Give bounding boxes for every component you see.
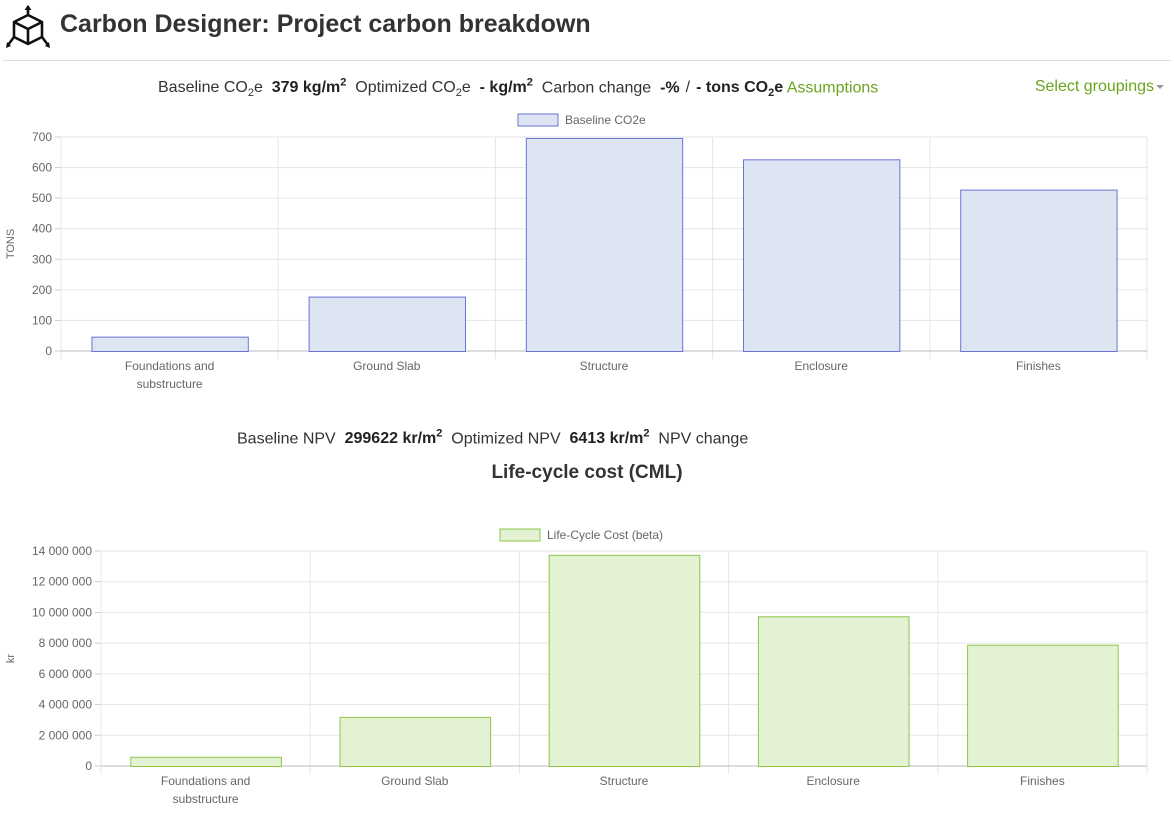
y-tick-label: 300	[32, 252, 52, 266]
y-tick-label: 500	[32, 191, 52, 205]
y-tick-label: 400	[32, 222, 52, 236]
y-tick-label: 14 000 000	[32, 544, 92, 558]
lifecycle-cost-bar-chart: 0 2 000 000 4 000 000 6 000 000 8 000 000 10 …	[5, 528, 1148, 806]
bar	[130, 756, 282, 768]
legend: Life-Cycle Cost (beta)	[499, 528, 663, 542]
assumptions-link[interactable]: Assumptions	[787, 79, 879, 96]
carbon-change-label: Carbon change	[541, 79, 652, 97]
baseline-npv-value: 299622 kr/m2	[344, 428, 443, 448]
legend-label: Baseline CO2e	[565, 113, 646, 127]
bar	[757, 616, 910, 768]
select-groupings-label: Select groupings	[1034, 78, 1154, 95]
y-tick-label: 8 000 000	[39, 636, 93, 650]
lifecycle-cost-title: Life-cycle cost (CML)	[491, 462, 683, 483]
y-tick-label: 2 000 000	[39, 728, 93, 742]
y-tick-label: 0	[85, 759, 92, 773]
bar	[967, 644, 1119, 767]
x-tick-label: Structure	[600, 774, 649, 788]
carbon-change-tons: - tons CO2e	[696, 79, 784, 100]
caret-down-icon	[1156, 84, 1164, 89]
optimized-npv-label: Optimized NPV	[451, 430, 561, 448]
bar	[308, 296, 466, 352]
bar	[960, 189, 1118, 352]
x-tick-label: Foundations and substructure	[125, 359, 214, 391]
baseline-co2e-value: 379 kg/m2	[271, 77, 347, 97]
y-tick-label: 4 000 000	[39, 698, 93, 712]
page-title: Carbon Designer: Project carbon breakdow…	[60, 10, 591, 38]
bar	[525, 137, 684, 352]
x-tick-label: Foundations and substructure	[161, 774, 250, 806]
x-tick-label: Finishes	[1020, 774, 1065, 788]
x-tick-label: Enclosure	[795, 359, 849, 373]
y-tick-label: 200	[32, 283, 52, 297]
bar	[339, 716, 492, 768]
optimized-co2e-value: - kg/m2	[479, 77, 533, 97]
y-tick-label: 600	[32, 161, 52, 175]
carbon-bar-chart: 0 100 200 300 400 500 600 700 Foundations and sub…	[5, 113, 1148, 391]
y-tick-label: 700	[32, 130, 52, 144]
page-header: Carbon Designer: Project carbon breakdow…	[0, 0, 1174, 60]
bar	[743, 159, 901, 353]
y-axis-label: kr	[5, 654, 17, 664]
x-tick-label: Structure	[580, 359, 629, 373]
legend-swatch	[517, 113, 559, 127]
header-divider	[3, 60, 1171, 61]
legend-swatch	[499, 528, 541, 542]
x-tick-label: Ground Slab	[353, 359, 421, 373]
y-tick-label: 0	[45, 344, 52, 358]
y-axis-label: TONS	[5, 229, 17, 259]
isometric-box-icon	[6, 5, 50, 48]
legend: Baseline CO2e	[517, 113, 646, 127]
carbon-change-percent: -%	[660, 79, 680, 97]
y-tick-label: 10 000 000	[32, 605, 92, 619]
carbon-summary: Baseline CO2e 379 kg/m2 Optimized CO2e -…	[158, 77, 878, 100]
y-tick-label: 6 000 000	[39, 667, 93, 681]
baseline-co2e-label: Baseline CO2e	[158, 79, 263, 100]
bar	[548, 554, 701, 768]
y-tick-label: 12 000 000	[32, 575, 92, 589]
x-tick-label: Enclosure	[807, 774, 861, 788]
select-groupings-dropdown[interactable]: Select groupings	[1035, 78, 1164, 96]
carbon-change-separator: /	[685, 79, 691, 97]
optimized-npv-value: 6413 kr/m2	[569, 428, 650, 448]
x-tick-label: Ground Slab	[381, 774, 449, 788]
bar	[91, 336, 249, 352]
x-tick-label: Finishes	[1016, 359, 1061, 373]
y-tick-label: 100	[32, 313, 52, 327]
npv-summary: Baseline NPV 299622 kr/m2 Optimized NPV …	[237, 428, 748, 448]
baseline-npv-label: Baseline NPV	[237, 430, 336, 448]
optimized-co2e-label: Optimized CO2e	[355, 79, 471, 100]
npv-change-label: NPV change	[658, 430, 749, 448]
legend-label: Life-Cycle Cost (beta)	[547, 528, 663, 542]
